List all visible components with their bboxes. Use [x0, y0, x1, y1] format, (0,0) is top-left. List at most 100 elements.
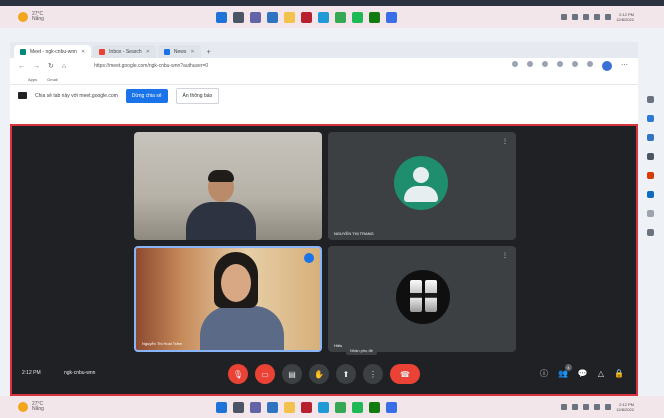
outlook-icon[interactable] — [646, 191, 654, 198]
battery-icon[interactable] — [605, 404, 612, 410]
explorer-icon[interactable] — [267, 11, 278, 23]
participant-name: Nguyễn Thị Hoài Trâm — [142, 341, 182, 346]
tab-inbox[interactable]: Inbox - Search ✕ — [93, 45, 156, 58]
activities-icon[interactable]: △ — [598, 369, 604, 378]
chevron-up-icon[interactable] — [561, 14, 568, 20]
url-field[interactable]: https://meet.google.com/ngk-cnbu-wnn?aut… — [94, 63, 208, 69]
mic-off-button[interactable]: 🎙 — [228, 364, 248, 384]
lock-icon[interactable]: 🔒 — [614, 369, 624, 378]
chevron-up-icon[interactable] — [561, 404, 568, 410]
more-options-icon[interactable]: ⋮ — [502, 252, 508, 259]
participant-tile[interactable]: Nguyễn Thị Hoài Trâm — [134, 246, 322, 352]
battery-icon[interactable] — [605, 14, 612, 20]
end-call-button[interactable]: ☎ — [390, 364, 420, 384]
tab-meet[interactable]: Meet - ngk-cnbu-wnn ✕ — [14, 45, 92, 58]
weather-desc: Nắng — [32, 406, 44, 412]
close-icon[interactable]: ✕ — [81, 49, 85, 55]
clock[interactable]: 2:12 PM 12/8/2022 — [616, 12, 634, 22]
present-button[interactable]: ⬆ — [336, 364, 356, 384]
captions-button[interactable]: ▤ — [282, 364, 302, 384]
home-icon[interactable]: ⌂ — [62, 63, 66, 70]
bookmark-apps[interactable]: Apps — [28, 77, 37, 82]
share-icon[interactable] — [527, 61, 533, 67]
clock-date: 12/8/2022 — [616, 17, 634, 22]
reload-icon[interactable]: ↻ — [48, 62, 54, 70]
edge-icon[interactable] — [318, 11, 329, 23]
forward-icon[interactable]: → — [33, 63, 40, 70]
participant-count-badge: 4 — [564, 364, 572, 371]
volume-icon[interactable] — [594, 14, 601, 20]
office-icon[interactable] — [301, 11, 312, 23]
volume-icon[interactable] — [594, 404, 601, 410]
tab-label: News — [173, 48, 187, 55]
xbox-icon[interactable] — [369, 11, 380, 23]
participant-tile[interactable]: ⋮ Hiếu — [328, 246, 516, 352]
close-icon[interactable]: ✕ — [190, 49, 194, 55]
store-icon[interactable] — [386, 11, 397, 23]
news-icon — [163, 48, 170, 55]
camera-indicator-icon[interactable] — [512, 61, 518, 67]
participant-tile[interactable] — [134, 132, 322, 240]
captions-icon: ▤ — [288, 369, 296, 379]
clock[interactable]: 2:12 PM 12/8/2022 — [616, 402, 634, 412]
people-icon[interactable]: 👥 4 — [558, 364, 572, 378]
chrome-icon[interactable] — [335, 401, 346, 413]
shopping-icon[interactable] — [646, 115, 654, 122]
edge-icon[interactable] — [318, 401, 329, 413]
language-icon[interactable] — [572, 14, 579, 20]
spotify-icon[interactable] — [352, 11, 363, 23]
chat-icon[interactable] — [250, 11, 261, 23]
profile-avatar[interactable] — [602, 61, 612, 71]
add-icon[interactable] — [646, 210, 654, 217]
explorer-icon[interactable] — [267, 401, 278, 413]
office-icon[interactable] — [301, 401, 312, 413]
xbox-icon[interactable] — [369, 401, 380, 413]
bookmark-gmail[interactable]: Gmail — [47, 77, 57, 82]
chrome-icon[interactable] — [335, 11, 346, 23]
hide-button[interactable]: Ẩn thông báo — [175, 87, 220, 104]
star-icon[interactable] — [542, 61, 548, 67]
search-icon[interactable] — [233, 401, 244, 413]
games-icon[interactable] — [646, 153, 654, 160]
new-tab-button[interactable]: + — [203, 49, 215, 58]
wifi-icon[interactable] — [583, 404, 590, 410]
favorites-icon[interactable] — [587, 61, 593, 67]
language-icon[interactable] — [572, 404, 579, 410]
weather-widget[interactable]: 27°C Nắng — [18, 402, 44, 412]
stop-sharing-button[interactable]: Dừng chia sẻ — [125, 88, 168, 103]
present-icon: ⬆ — [342, 369, 350, 379]
collections-icon[interactable] — [572, 61, 578, 67]
folder-icon[interactable] — [284, 401, 295, 413]
raise-hand-button[interactable]: ✋ — [309, 364, 329, 384]
more-options-icon[interactable]: ⋮ — [502, 138, 508, 145]
more-icon[interactable]: ⋯ — [621, 61, 628, 71]
more-options-button[interactable]: ⋮ — [363, 364, 383, 384]
tab-news[interactable]: News ✕ — [157, 45, 201, 58]
chat-icon[interactable] — [250, 401, 261, 413]
participant-name: Hiếu — [334, 343, 343, 348]
participant-tile[interactable]: ⋮ NGUYỄN THỊ TRANG — [328, 132, 516, 240]
weather-desc: Nắng — [32, 16, 44, 22]
spotify-icon[interactable] — [352, 401, 363, 413]
camera-off-button[interactable]: ▭ — [255, 364, 275, 384]
meeting-time: 2:12 PM — [22, 370, 41, 376]
store-icon[interactable] — [386, 401, 397, 413]
search-icon[interactable] — [233, 11, 244, 23]
hand-icon: ✋ — [314, 369, 324, 379]
folder-icon[interactable] — [284, 11, 295, 23]
mail-icon — [99, 48, 106, 55]
settings-icon[interactable] — [646, 229, 654, 236]
extensions-icon[interactable] — [557, 61, 563, 67]
windows-icon[interactable] — [216, 401, 227, 413]
weather-widget[interactable]: 27°C Nắng — [18, 12, 44, 22]
wifi-icon[interactable] — [583, 14, 590, 20]
meet-stage: ⋮ NGUYỄN THỊ TRANG Nguyễn Thị Hoài Trâm … — [10, 124, 638, 396]
tools-icon[interactable] — [646, 134, 654, 141]
windows-icon[interactable] — [216, 11, 227, 23]
back-icon[interactable]: ← — [18, 63, 25, 70]
office-icon[interactable] — [646, 172, 654, 179]
info-icon[interactable]: ⓘ — [540, 368, 548, 379]
search-icon[interactable] — [646, 96, 654, 103]
close-icon[interactable]: ✕ — [146, 49, 150, 55]
chat-icon[interactable]: 💬 — [578, 369, 588, 378]
